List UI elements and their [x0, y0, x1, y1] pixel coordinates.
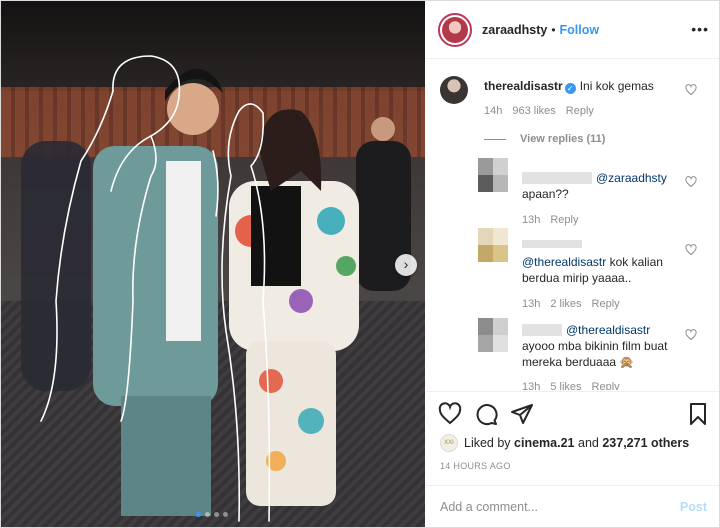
- carousel-dot: [196, 512, 201, 517]
- comment-likes[interactable]: 963 likes: [512, 105, 555, 117]
- comment-item: @zaraadhsty apaan??: [522, 170, 692, 202]
- comment-mention[interactable]: @therealdisastr: [522, 255, 606, 269]
- liked-by-summary[interactable]: XXI Liked by cinema.21 and 237,271 other…: [440, 434, 689, 452]
- comment-reply-button[interactable]: Reply: [550, 214, 578, 226]
- like-comment-heart-icon[interactable]: [685, 329, 697, 341]
- liked-by-prefix: Liked by: [464, 436, 511, 450]
- carousel-dot: [205, 512, 210, 517]
- author-username[interactable]: zaraadhsty: [482, 23, 547, 37]
- comment-meta: 13h 5 likes Reply: [522, 381, 630, 390]
- liker-username[interactable]: cinema.21: [514, 436, 574, 450]
- comment-time: 13h: [522, 214, 541, 226]
- follow-button[interactable]: Follow: [560, 23, 600, 37]
- author-avatar[interactable]: [438, 12, 472, 47]
- comment-item: @therealdisastr kok kalian berdua mirip …: [522, 240, 687, 286]
- post-timestamp[interactable]: 14 HOURS AGO: [440, 461, 511, 471]
- like-comment-heart-icon[interactable]: [685, 176, 697, 188]
- save-bookmark-icon[interactable]: [686, 402, 710, 426]
- comment-reply-button[interactable]: Reply: [592, 381, 620, 390]
- blurred-username: [522, 324, 562, 336]
- post-action-bar: [426, 391, 719, 435]
- comment-input[interactable]: [440, 499, 680, 514]
- like-comment-heart-icon[interactable]: [685, 244, 697, 256]
- carousel-dot: [223, 512, 228, 517]
- comment-item: therealdisastr ✓ Ini kok gemas: [484, 78, 684, 94]
- comment-meta: 13h Reply: [522, 214, 588, 226]
- comments-list[interactable]: therealdisastr ✓ Ini kok gemas 14h 963 like…: [426, 60, 719, 390]
- commenter-avatar[interactable]: [440, 76, 468, 104]
- blurred-username: [522, 172, 592, 184]
- comment-mention[interactable]: @zaraadhsty: [596, 171, 667, 185]
- carousel-dot: [214, 512, 219, 517]
- comment-text: apaan??: [522, 187, 569, 201]
- verified-badge-icon: ✓: [564, 83, 576, 94]
- blurred-username: [522, 240, 582, 248]
- liked-by-and: and: [578, 436, 599, 450]
- comment-time: 14h: [484, 105, 503, 117]
- comment-mention[interactable]: @therealdisastr: [566, 323, 650, 337]
- comment-meta: 13h 2 likes Reply: [522, 298, 630, 310]
- photo-people-illustration: [21, 55, 411, 522]
- liker-avatar[interactable]: XXI: [440, 434, 458, 452]
- share-paper-plane-icon[interactable]: [510, 402, 534, 426]
- comment-bubble-icon[interactable]: [474, 402, 498, 426]
- comment-reply-button[interactable]: Reply: [566, 105, 594, 117]
- comment-likes[interactable]: 5 likes: [550, 381, 581, 390]
- post-side-panel: zaraadhsty • Follow ••• therealdisastr ✓ I…: [426, 1, 719, 527]
- comment-meta: 14h 963 likes Reply: [484, 105, 604, 117]
- view-replies-button[interactable]: View replies (11): [484, 133, 605, 145]
- carousel-dots: [196, 512, 228, 517]
- add-comment-bar: Post: [426, 485, 719, 527]
- commenter-avatar[interactable]: [478, 318, 508, 352]
- comment-text: Ini kok gemas: [579, 79, 654, 93]
- post-header: zaraadhsty • Follow •••: [426, 1, 719, 59]
- like-heart-icon[interactable]: [438, 402, 462, 426]
- header-separator: •: [551, 22, 556, 37]
- comment-text: ayooo mba bikinin film buat mereka berdu…: [522, 339, 668, 369]
- likes-count[interactable]: 237,271 others: [602, 436, 689, 450]
- comment-item: @therealdisastr ayooo mba bikinin film b…: [522, 322, 692, 370]
- more-options-icon[interactable]: •••: [691, 21, 709, 37]
- commenter-avatar[interactable]: [478, 158, 508, 192]
- view-replies-label: View replies (11): [520, 133, 606, 145]
- comment-time: 13h: [522, 381, 541, 390]
- carousel-next-button[interactable]: ›: [395, 254, 417, 276]
- comment-reply-button[interactable]: Reply: [592, 298, 620, 310]
- comment-username[interactable]: therealdisastr: [484, 79, 563, 93]
- comment-likes[interactable]: 2 likes: [550, 298, 581, 310]
- like-comment-heart-icon[interactable]: [685, 84, 697, 96]
- comment-time: 13h: [522, 298, 541, 310]
- commenter-avatar[interactable]: [478, 228, 508, 262]
- post-comment-button[interactable]: Post: [680, 500, 707, 514]
- post-photo[interactable]: ›: [1, 1, 425, 527]
